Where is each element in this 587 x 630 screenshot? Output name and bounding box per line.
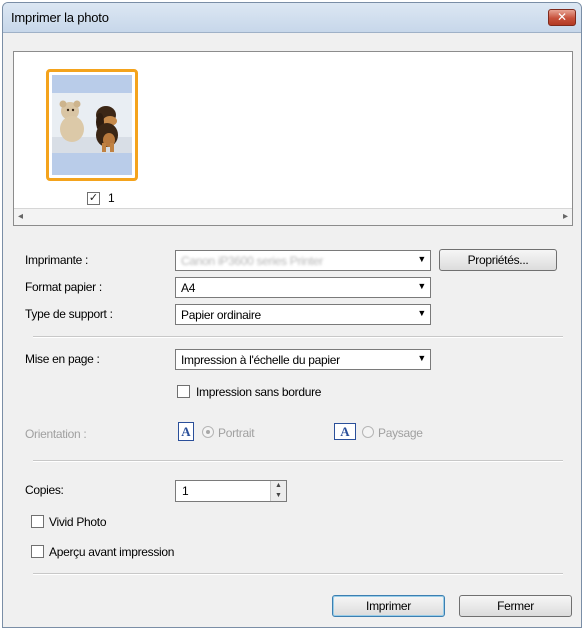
vivid-photo-checkbox[interactable] [31, 515, 44, 528]
thumbnail-number: 1 [108, 191, 115, 205]
separator [33, 573, 563, 575]
media-type-select[interactable]: Papier ordinaire ▼ [175, 304, 431, 325]
printer-select[interactable]: Canon iP3600 series Printer ▼ [175, 250, 431, 271]
scroll-left-icon[interactable]: ◂ [18, 211, 23, 222]
copies-value[interactable]: 1 [182, 484, 189, 498]
print-preview-checkbox[interactable] [31, 545, 44, 558]
spin-down-icon[interactable]: ▼ [271, 491, 286, 501]
dialog-title: Imprimer la photo [11, 10, 109, 25]
photo-preview-area: ✓ 1 ◂ ▸ [13, 51, 573, 226]
copies-label: Copies: [25, 483, 64, 497]
properties-button[interactable]: Propriétés... [439, 249, 557, 271]
copies-stepper[interactable]: 1 ▲ ▼ [175, 480, 287, 502]
paper-size-select[interactable]: A4 ▼ [175, 277, 431, 298]
separator [33, 336, 563, 338]
media-type-value: Papier ordinaire [181, 308, 261, 322]
thumbnail-image [52, 75, 132, 175]
photo-teddy-bear-and-dog [52, 93, 132, 153]
close-window-button[interactable]: ✕ [548, 9, 576, 26]
thumbnail-checkbox[interactable]: ✓ [87, 192, 100, 205]
layout-label: Mise en page : [25, 352, 100, 366]
portrait-orientation-icon: A [178, 422, 194, 441]
chevron-down-icon: ▼ [417, 353, 426, 363]
printer-select-value: Canon iP3600 series Printer [181, 254, 323, 268]
spin-up-icon[interactable]: ▲ [271, 481, 286, 491]
paper-size-label: Format papier : [25, 280, 102, 294]
landscape-label[interactable]: Paysage [378, 426, 423, 440]
title-bar[interactable]: Imprimer la photo ✕ [3, 3, 581, 33]
landscape-orientation-icon: A [334, 423, 356, 440]
printer-label: Imprimante : [25, 253, 89, 267]
orientation-label: Orientation : [25, 427, 87, 441]
borderless-label[interactable]: Impression sans bordure [196, 385, 321, 399]
vivid-photo-label[interactable]: Vivid Photo [49, 515, 106, 529]
paper-size-value: A4 [181, 281, 196, 295]
close-icon: ✕ [556, 10, 568, 24]
portrait-label[interactable]: Portrait [218, 426, 255, 440]
portrait-radio[interactable] [202, 426, 214, 438]
print-photo-dialog: Imprimer la photo ✕ ✓ 1 ◂ ▸ Imprimante:… [2, 2, 582, 628]
checkmark-icon: ✓ [88, 192, 99, 204]
layout-value: Impression à l'échelle du papier [181, 353, 340, 367]
copies-spin-buttons[interactable]: ▲ ▼ [270, 481, 286, 501]
print-button[interactable]: Imprimer [332, 595, 445, 617]
print-preview-label[interactable]: Aperçu avant impression [49, 545, 174, 559]
chevron-down-icon: ▼ [417, 281, 426, 291]
close-button[interactable]: Fermer [459, 595, 572, 617]
chevron-down-icon: ▼ [417, 308, 426, 318]
horizontal-scrollbar[interactable]: ◂ ▸ [14, 208, 572, 225]
borderless-checkbox[interactable] [177, 385, 190, 398]
layout-select[interactable]: Impression à l'échelle du papier ▼ [175, 349, 431, 370]
media-type-label: Type de support : [25, 307, 113, 321]
photo-thumbnail[interactable] [46, 69, 138, 181]
scroll-right-icon[interactable]: ▸ [563, 211, 568, 222]
separator [33, 460, 563, 462]
chevron-down-icon: ▼ [417, 254, 426, 264]
photo-image [52, 93, 132, 153]
landscape-radio[interactable] [362, 426, 374, 438]
